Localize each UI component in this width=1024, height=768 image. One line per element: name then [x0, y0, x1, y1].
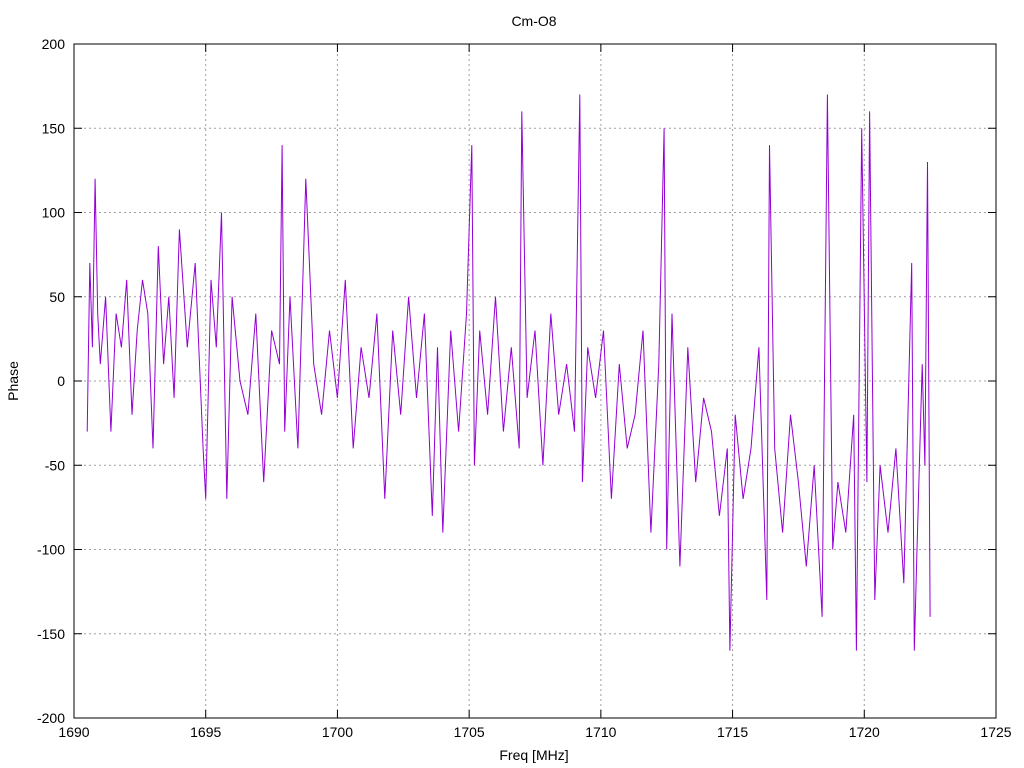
- chart-title: Cm-O8: [511, 13, 556, 29]
- x-tick-label: 1700: [322, 724, 353, 740]
- x-tick-label: 1695: [190, 724, 221, 740]
- y-tick-label: 150: [42, 120, 66, 136]
- x-tick-label: 1715: [717, 724, 748, 740]
- plot-area: [86, 94, 931, 651]
- y-tick-label: 100: [42, 205, 66, 221]
- x-axis: 1690 1695 1700 1705 1710 1715 1720 1725: [58, 44, 1012, 740]
- y-tick-label: -100: [37, 542, 65, 558]
- y-tick-label: -150: [37, 626, 65, 642]
- grid-lines: [74, 44, 996, 718]
- y-tick-label: -200: [37, 710, 65, 726]
- y-tick-label: -50: [45, 457, 65, 473]
- phase-chart: 1690 1695 1700 1705 1710 1715 1720 1725 -200 -15…: [5, 13, 1012, 763]
- x-tick-label: 1720: [849, 724, 880, 740]
- y-axis-label: Phase: [5, 361, 21, 401]
- x-tick-label: 1690: [58, 724, 89, 740]
- x-axis-label: Freq [MHz]: [499, 747, 568, 763]
- y-tick-label: 200: [42, 36, 66, 52]
- x-tick-label: 1710: [585, 724, 616, 740]
- x-tick-label: 1725: [980, 724, 1011, 740]
- x-tick-label: 1705: [454, 724, 485, 740]
- y-tick-label: 50: [49, 289, 65, 305]
- phase-series-line: [86, 94, 931, 651]
- y-tick-label: 0: [57, 373, 65, 389]
